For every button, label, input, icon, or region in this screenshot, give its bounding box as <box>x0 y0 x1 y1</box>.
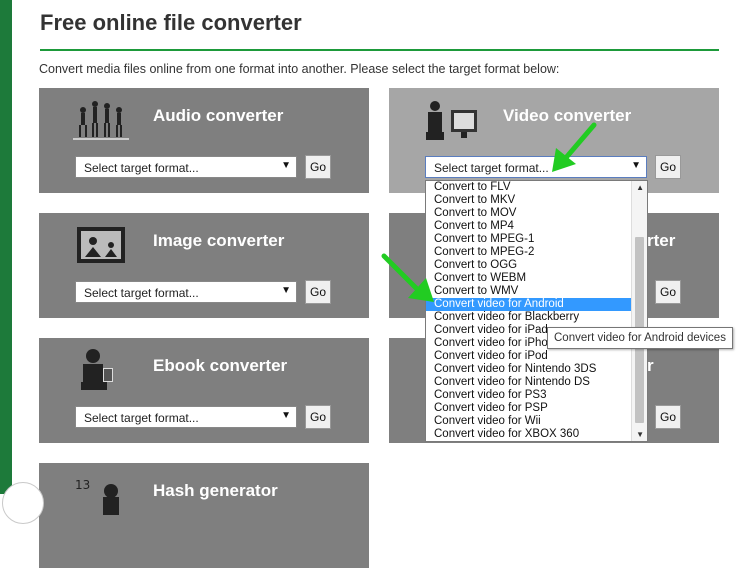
video-format-select-value: Select target format... <box>434 161 549 175</box>
ebook-go-button[interactable]: Go <box>305 405 331 429</box>
dropdown-option[interactable]: Convert to FLV <box>426 181 647 194</box>
dropdown-option[interactable]: Convert to MOV <box>426 207 647 220</box>
chevron-down-icon: ▼ <box>281 285 291 296</box>
reader-icon <box>81 349 113 390</box>
title-divider <box>40 49 719 51</box>
ebook-format-select[interactable]: Select target format... ▼ <box>75 406 297 428</box>
video-format-select[interactable]: Select target format... ▼ <box>425 156 647 178</box>
image-converter-title: Image converter <box>153 231 285 250</box>
hash-icon: 13 <box>75 478 119 515</box>
ebook-converter-title: Ebook converter <box>153 356 288 375</box>
image-go-button[interactable]: Go <box>305 280 331 304</box>
dropdown-option[interactable]: Convert video for Wii <box>426 415 647 428</box>
dropdown-option[interactable]: Convert to MKV <box>426 194 647 207</box>
audio-format-select[interactable]: Select target format... ▼ <box>75 156 297 178</box>
image-converter-card: Image converter Select target format... … <box>39 213 369 318</box>
svg-text:13: 13 <box>75 478 90 492</box>
dropdown-scrollbar[interactable]: ▲ ▼ <box>631 181 647 441</box>
picture-frame-icon <box>77 227 125 263</box>
floating-widget[interactable] <box>2 482 44 524</box>
audio-converter-title: Audio converter <box>153 106 284 125</box>
audio-converter-card: Audio converter Select target format... … <box>39 88 369 193</box>
dropdown-option[interactable]: Convert to WEBM <box>426 272 647 285</box>
dropdown-option[interactable]: Convert video for Nintendo 3DS <box>426 363 647 376</box>
dropdown-option[interactable]: Convert video for PS3 <box>426 389 647 402</box>
dancers-icon <box>73 101 129 140</box>
ebook-format-select-value: Select target format... <box>84 411 199 425</box>
dropdown-option[interactable]: Convert video for XBOX 360 <box>426 428 647 441</box>
video-format-dropdown[interactable]: Convert to FLV Convert to MKV Convert to M… <box>425 180 648 442</box>
image-format-select[interactable]: Select target format... ▼ <box>75 281 297 303</box>
green-arrow-icon <box>552 122 597 172</box>
dropdown-option[interactable]: Convert to MPEG-1 <box>426 233 647 246</box>
chevron-down-icon: ▼ <box>631 160 641 171</box>
chevron-down-icon: ▼ <box>281 410 291 421</box>
page-title: Free online file converter <box>40 10 302 35</box>
document-converter-title: rter <box>647 231 676 250</box>
document-go-button[interactable]: Go <box>655 280 681 304</box>
dropdown-option[interactable]: Convert to OGG <box>426 259 647 272</box>
archive-go-button[interactable]: Go <box>655 405 681 429</box>
ebook-converter-card: Ebook converter Select target format... … <box>39 338 369 443</box>
green-arrow-icon <box>381 253 434 302</box>
chevron-down-icon: ▼ <box>281 160 291 171</box>
dropdown-option[interactable]: Convert video for Blackberry <box>426 311 647 324</box>
dropdown-option[interactable]: Convert to MPEG-2 <box>426 246 647 259</box>
dropdown-option[interactable]: Convert video for Nintendo DS <box>426 376 647 389</box>
dropdown-option[interactable]: Convert video for Android <box>426 298 647 311</box>
dropdown-option[interactable]: Convert video for iPod <box>426 350 647 363</box>
dropdown-list: Convert to FLV Convert to MKV Convert to M… <box>426 181 647 441</box>
dropdown-option[interactable]: Convert to WMV <box>426 285 647 298</box>
left-accent-bar <box>0 0 12 494</box>
page-subtitle: Convert media files online from one form… <box>39 62 560 76</box>
scroll-down-icon[interactable]: ▼ <box>636 430 644 439</box>
scroll-up-icon[interactable]: ▲ <box>636 183 644 192</box>
image-format-select-value: Select target format... <box>84 286 199 300</box>
dropdown-option[interactable]: Convert video for PSP <box>426 402 647 415</box>
tv-viewer-icon <box>426 101 477 140</box>
dropdown-option[interactable]: Convert to MP4 <box>426 220 647 233</box>
audio-format-select-value: Select target format... <box>84 161 199 175</box>
video-go-button[interactable]: Go <box>655 155 681 179</box>
tooltip: Convert video for Android devices <box>547 327 733 349</box>
hash-generator-title: Hash generator <box>153 481 278 500</box>
audio-go-button[interactable]: Go <box>305 155 331 179</box>
hash-generator-card: 13 Hash generator <box>39 463 369 568</box>
